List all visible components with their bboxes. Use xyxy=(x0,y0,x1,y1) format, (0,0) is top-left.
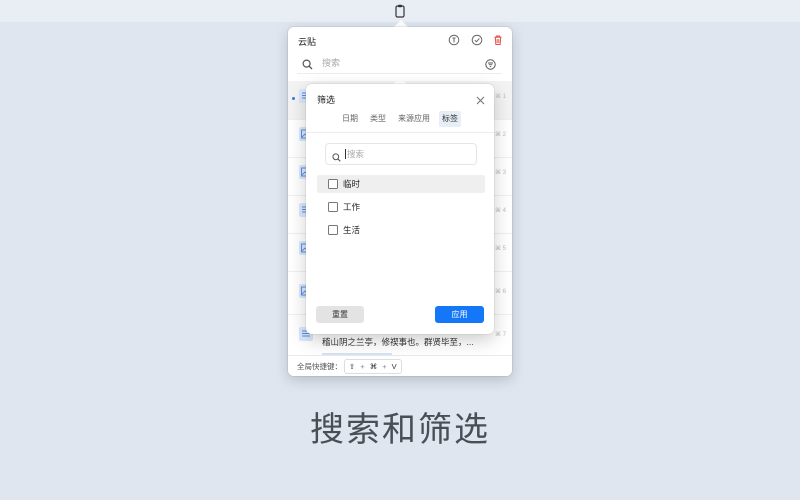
unread-dot xyxy=(292,97,295,100)
tab-source-app[interactable]: 来源应用 xyxy=(395,111,433,127)
trash-icon[interactable] xyxy=(492,34,504,46)
check-circle-icon[interactable] xyxy=(471,34,483,46)
tag-label: 工作 xyxy=(343,202,361,212)
checkbox[interactable] xyxy=(328,202,338,212)
shortcut-hint: ⌘ 1 xyxy=(494,94,506,100)
tag-option-life[interactable]: 生活 xyxy=(317,221,485,239)
tag-label: 生活 xyxy=(343,225,361,235)
shortcut-recorder[interactable]: ⇧ + ⌘ + V xyxy=(344,359,402,374)
reset-button[interactable]: 重置 xyxy=(316,306,364,323)
clip-preview-text: 稽山阴之兰亭，修禊事也。群贤毕至，... xyxy=(322,337,474,347)
global-shortcut-label: 全局快捷键： xyxy=(297,362,342,371)
clipboard-icon[interactable] xyxy=(394,4,406,18)
filter-tabs: 日期 类型 来源应用 标签 xyxy=(306,111,494,129)
filter-arrow xyxy=(393,77,407,84)
tag-option-temporary[interactable]: 临时 xyxy=(317,175,485,193)
tag-search-input[interactable] xyxy=(347,147,467,161)
search-bar xyxy=(297,53,502,74)
tab-tags[interactable]: 标签 xyxy=(439,111,461,127)
panel-arrow xyxy=(394,20,408,27)
checkbox[interactable] xyxy=(328,225,338,235)
tag-option-work[interactable]: 工作 xyxy=(317,198,485,216)
pin-icon[interactable] xyxy=(448,34,460,46)
apply-button[interactable]: 应用 xyxy=(435,306,484,323)
shortcut-hint: ⌘ 2 xyxy=(494,132,506,138)
tab-type[interactable]: 类型 xyxy=(367,111,389,127)
tab-date[interactable]: 日期 xyxy=(339,111,361,127)
plus-sign: + xyxy=(360,362,365,371)
shortcut-hint: ⌘ 6 xyxy=(494,289,506,295)
checkbox[interactable] xyxy=(328,179,338,189)
search-icon xyxy=(332,149,341,162)
caption: 搜索和筛选 xyxy=(310,410,490,450)
search-icon xyxy=(302,57,313,70)
tag-search-box xyxy=(325,143,477,165)
v-key: V xyxy=(391,362,397,371)
shortcut-hint: ⌘ 4 xyxy=(494,208,506,214)
tag-label: 临时 xyxy=(343,179,361,189)
divider xyxy=(306,132,494,133)
shortcut-hint: ⌘ 3 xyxy=(494,170,506,176)
filter-icon[interactable] xyxy=(485,57,496,70)
panel-title: 云贴 xyxy=(298,37,317,47)
filter-title: 筛选 xyxy=(317,95,336,105)
command-key: ⌘ xyxy=(369,362,378,371)
shift-key: ⇧ xyxy=(349,362,356,371)
shortcut-hint: ⌘ 7 xyxy=(494,332,506,338)
footer: 全局快捷键： ⇧ + ⌘ + V xyxy=(288,355,512,376)
filter-popup: 筛选 日期 类型 来源应用 标签 临时 工作 生活 重置 应用 xyxy=(306,84,494,334)
text-cursor xyxy=(345,149,346,159)
close-icon[interactable] xyxy=(476,92,485,105)
search-input[interactable] xyxy=(322,56,472,70)
shortcut-hint: ⌘ 5 xyxy=(494,246,506,252)
plus-sign: + xyxy=(382,362,387,371)
menubar xyxy=(0,0,800,22)
